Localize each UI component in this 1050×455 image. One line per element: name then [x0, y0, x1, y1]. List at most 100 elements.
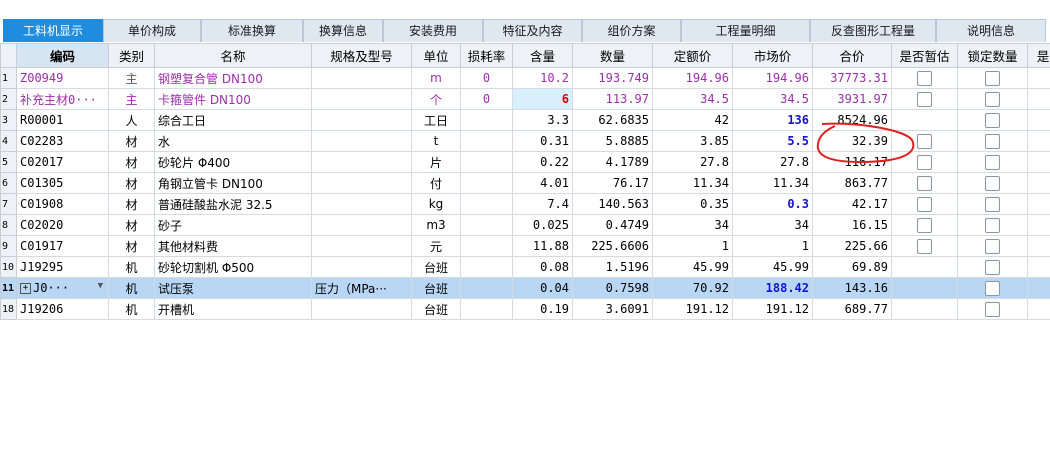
- tab-4[interactable]: 换算信息: [303, 19, 383, 42]
- cell-rn[interactable]: 5: [0, 151, 17, 173]
- tab-3[interactable]: 标准换算: [201, 19, 303, 42]
- cell-spec[interactable]: 压力（MPa···: [311, 277, 412, 299]
- cell-loss[interactable]: 0: [460, 88, 513, 110]
- cell-name[interactable]: 试压泵: [154, 277, 312, 299]
- cell-spec[interactable]: [311, 130, 412, 152]
- cell-type[interactable]: 材: [108, 172, 155, 194]
- cell-content[interactable]: 0.025: [512, 214, 573, 236]
- cell-estimate[interactable]: [891, 88, 958, 110]
- cell-loss[interactable]: [460, 193, 513, 215]
- cell-market[interactable]: 194.96: [732, 67, 813, 89]
- cell-lock[interactable]: [957, 109, 1028, 131]
- cell-unit[interactable]: 台班: [411, 298, 461, 320]
- cell-type[interactable]: 材: [108, 130, 155, 152]
- cell-market[interactable]: 34: [732, 214, 813, 236]
- cell-unit[interactable]: 付: [411, 172, 461, 194]
- cell-lock[interactable]: [957, 151, 1028, 173]
- cell-market[interactable]: 5.5: [732, 130, 813, 152]
- cell-estimate[interactable]: [891, 214, 958, 236]
- cell-total[interactable]: 116.17: [812, 151, 892, 173]
- cell-rn[interactable]: 18: [0, 298, 17, 320]
- cell-type[interactable]: 材: [108, 193, 155, 215]
- estimate-checkbox[interactable]: [917, 238, 932, 254]
- cell-spec[interactable]: [311, 67, 412, 89]
- table-row[interactable]: 11 + J0··· ▼ 机 试压泵 压力（MPa··· 台班 0.04 0.7598 70.92 1…: [0, 277, 1050, 299]
- tab-5[interactable]: 安装费用: [383, 19, 483, 42]
- lock-quantity-checkbox[interactable]: [985, 280, 1000, 296]
- lock-quantity-checkbox[interactable]: [985, 259, 1000, 275]
- cell-market[interactable]: 1: [732, 235, 813, 257]
- cell-estimate[interactable]: [891, 151, 958, 173]
- lock-quantity-checkbox[interactable]: [985, 175, 1000, 191]
- lock-quantity-checkbox[interactable]: [985, 238, 1000, 254]
- column-header[interactable]: 市场价: [732, 43, 813, 68]
- cell-total[interactable]: 3931.97: [812, 88, 892, 110]
- chevron-down-icon[interactable]: ▼: [98, 281, 103, 291]
- cell-code[interactable]: C02283: [16, 130, 109, 152]
- cell-quota[interactable]: 191.12: [652, 298, 733, 320]
- cell-quota[interactable]: 34: [652, 214, 733, 236]
- estimate-checkbox[interactable]: [917, 196, 932, 212]
- cell-quota[interactable]: 1: [652, 235, 733, 257]
- cell-estimate[interactable]: [891, 235, 958, 257]
- cell-lock[interactable]: [957, 193, 1028, 215]
- cell-quota[interactable]: 34.5: [652, 88, 733, 110]
- cell-content[interactable]: 0.19: [512, 298, 573, 320]
- cell-loss[interactable]: 0: [460, 67, 513, 89]
- cell-estimate[interactable]: [891, 130, 958, 152]
- cell-market[interactable]: 27.8: [732, 151, 813, 173]
- column-header[interactable]: [0, 43, 17, 68]
- cell-loss[interactable]: [460, 151, 513, 173]
- cell-lock[interactable]: [957, 88, 1028, 110]
- cell-rn[interactable]: 10: [0, 256, 17, 278]
- cell-content[interactable]: 7.4: [512, 193, 573, 215]
- cell-content[interactable]: 0.04: [512, 277, 573, 299]
- lock-quantity-checkbox[interactable]: [985, 70, 1000, 86]
- column-header[interactable]: 是否暂估: [891, 43, 958, 68]
- cell-loss[interactable]: [460, 172, 513, 194]
- cell-spec[interactable]: [311, 298, 412, 320]
- cell-lock[interactable]: [957, 214, 1028, 236]
- cell-total[interactable]: 42.17: [812, 193, 892, 215]
- cell-unit[interactable]: 台班: [411, 256, 461, 278]
- cell-unit[interactable]: m3: [411, 214, 461, 236]
- cell-lock[interactable]: [957, 67, 1028, 89]
- cell-estimate[interactable]: [891, 298, 958, 320]
- cell-spec[interactable]: [311, 151, 412, 173]
- cell-name[interactable]: 钢塑复合管 DN100: [154, 67, 312, 89]
- cell-code[interactable]: R00001: [16, 109, 109, 131]
- cell-lock[interactable]: [957, 256, 1028, 278]
- cell-content[interactable]: 11.88: [512, 235, 573, 257]
- column-header[interactable]: 是: [1027, 43, 1050, 68]
- cell-rn[interactable]: 11: [0, 277, 17, 299]
- cell-unit[interactable]: 元: [411, 235, 461, 257]
- cell-unit[interactable]: kg: [411, 193, 461, 215]
- cell-type[interactable]: 人: [108, 109, 155, 131]
- cell-market[interactable]: 191.12: [732, 298, 813, 320]
- column-header[interactable]: 定额价: [652, 43, 733, 68]
- cell-name[interactable]: 砂轮片 Φ400: [154, 151, 312, 173]
- cell-unit[interactable]: 片: [411, 151, 461, 173]
- cell-name[interactable]: 砂子: [154, 214, 312, 236]
- lock-quantity-checkbox[interactable]: [985, 91, 1000, 107]
- estimate-checkbox[interactable]: [917, 217, 932, 233]
- cell-market[interactable]: 11.34: [732, 172, 813, 194]
- cell-unit[interactable]: 台班: [411, 277, 461, 299]
- tab-6[interactable]: 特征及内容: [483, 19, 582, 42]
- cell-rn[interactable]: 4: [0, 130, 17, 152]
- cell-quota[interactable]: 42: [652, 109, 733, 131]
- cell-content[interactable]: 0.31: [512, 130, 573, 152]
- table-row[interactable]: 9 C01917 材 其他材料费 元 11.88 225.6606 1 1 225.66: [0, 235, 1050, 257]
- cell-lock[interactable]: [957, 172, 1028, 194]
- cell-estimate[interactable]: [891, 67, 958, 89]
- cell-type[interactable]: 材: [108, 151, 155, 173]
- cell-qty[interactable]: 1.5196: [572, 256, 653, 278]
- cell-spec[interactable]: [311, 109, 412, 131]
- cell-qty[interactable]: 140.563: [572, 193, 653, 215]
- lock-quantity-checkbox[interactable]: [985, 154, 1000, 170]
- cell-quota[interactable]: 11.34: [652, 172, 733, 194]
- cell-code[interactable]: C01908: [16, 193, 109, 215]
- column-header[interactable]: 合价: [812, 43, 892, 68]
- tab-7[interactable]: 组价方案: [582, 19, 681, 42]
- cell-name[interactable]: 水: [154, 130, 312, 152]
